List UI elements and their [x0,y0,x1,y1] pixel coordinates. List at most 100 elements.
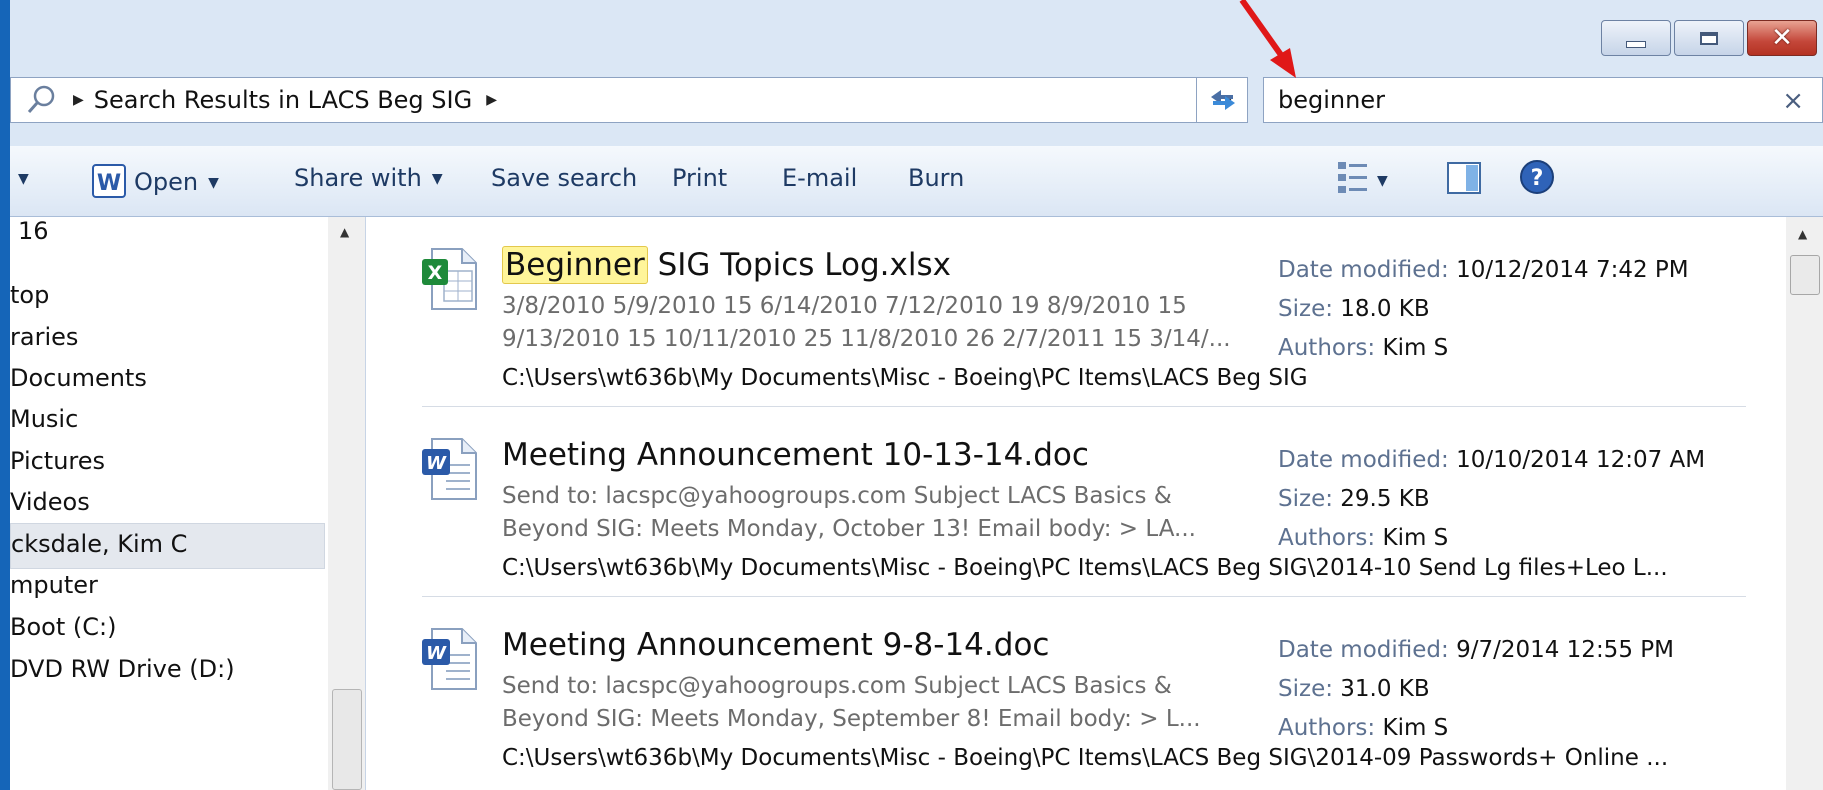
help-button[interactable]: ? [1518,158,1556,202]
svg-text:X: X [428,262,443,284]
explorer-window: ✕ ▶ Search Results in LACS Beg SIG ▶ ▼ ×… [10,0,1823,790]
scroll-up-icon[interactable]: ▲ [340,225,349,239]
results-scrollbar[interactable]: ▲ [1786,217,1823,790]
search-term-highlight: Beginner [502,246,648,284]
search-input[interactable] [1278,85,1758,115]
result-item[interactable]: X Beginner SIG Topics Log.xlsx 3/8/2010 … [366,217,1786,407]
help-icon: ? [1520,160,1554,194]
details-view-icon [1338,162,1367,193]
breadcrumb-search-results[interactable]: Search Results in LACS Beg SIG [94,86,472,114]
clear-search-icon[interactable]: × [1782,86,1804,116]
command-bar: ▼ W Open ▼ Share with ▼ Save search Print … [10,146,1823,217]
search-box[interactable]: × [1263,77,1823,123]
result-file-name[interactable]: Beginner SIG Topics Log.xlsx [502,246,951,284]
svg-text:W: W [426,643,447,664]
change-view-button[interactable] [1336,160,1370,202]
email-button[interactable]: E-mail [782,164,857,192]
scroll-up-icon[interactable]: ▲ [1798,227,1807,241]
authors-value: Kim S [1382,335,1449,361]
result-snippet-line: Beyond SIG: Meets Monday, October 13! Em… [502,516,1196,542]
nav-item-documents[interactable]: Documents [10,364,147,392]
close-button[interactable]: ✕ [1747,20,1817,56]
result-item[interactable]: W Meeting Announcement 9-8-14.doc Send t… [366,597,1786,787]
nav-item-desktop[interactable]: top [10,281,49,309]
authors-value: Kim S [1382,715,1449,741]
date-modified: Date modified: 10/12/2014 7:42 PM [1278,257,1689,283]
result-path: C:\Users\wt636b\My Documents\Misc - Boei… [502,555,1668,581]
svg-text:W: W [97,171,121,196]
nav-item-computer[interactable]: mputer [10,571,98,599]
nav-item-music[interactable]: Music [10,405,78,433]
result-item[interactable]: W Meeting Announcement 10-13-14.doc Send… [366,407,1786,597]
authors-label: Authors: [1278,715,1376,741]
result-file-name[interactable]: Meeting Announcement 9-8-14.doc [502,627,1049,663]
result-path: C:\Users\wt636b\My Documents\Misc - Boei… [502,365,1308,391]
refresh-button[interactable] [1196,78,1249,122]
open-dropdown-icon[interactable]: ▼ [208,175,219,191]
date-modified-label: Date modified: [1278,447,1449,473]
open-label: Open [134,168,199,196]
result-file-name[interactable]: Meeting Announcement 10-13-14.doc [502,437,1089,473]
share-with-label: Share with [294,164,422,192]
preview-pane-icon [1447,162,1481,194]
nav-item-libraries[interactable]: raries [10,323,78,351]
date-modified-label: Date modified: [1278,637,1449,663]
share-dropdown-icon[interactable]: ▼ [432,171,443,187]
view-dropdown-icon[interactable]: ▼ [1377,166,1388,194]
authors: Authors: Kim S [1278,335,1448,361]
size-value: 29.5 KB [1340,486,1430,512]
size-label: Size: [1278,486,1333,512]
nav-scrollbar[interactable]: ▲ [328,217,365,790]
caption-buttons: ✕ [1601,20,1817,56]
date-modified-value: 9/7/2014 12:55 PM [1456,637,1674,663]
result-path: C:\Users\wt636b\My Documents\Misc - Boei… [502,745,1669,771]
authors-label: Authors: [1278,335,1376,361]
nav-item-dvd-drive[interactable]: DVD RW Drive (D:) [10,655,235,683]
nav-item-boot-drive[interactable]: Boot (C:) [10,613,116,641]
result-snippet-line: Send to: lacspc@yahoogroups.com Subject … [502,483,1172,509]
nav-item-videos[interactable]: Videos [10,488,90,516]
nav-item[interactable]: 16 [18,217,49,245]
result-snippet-line: Beyond SIG: Meets Monday, September 8! E… [502,706,1201,732]
print-button[interactable]: Print [672,164,727,192]
nav-scroll-thumb[interactable] [332,689,362,790]
result-file-name-rest: SIG Topics Log.xlsx [647,247,951,283]
save-search-button[interactable]: Save search [491,164,637,192]
minimize-button[interactable] [1601,20,1671,56]
date-modified: Date modified: 10/10/2014 12:07 AM [1278,447,1705,473]
size-value: 18.0 KB [1340,296,1430,322]
date-modified-value: 10/12/2014 7:42 PM [1456,257,1689,283]
open-button[interactable]: W Open ▼ [92,164,219,198]
date-modified: Date modified: 9/7/2014 12:55 PM [1278,637,1674,663]
refresh-icon [1211,90,1235,110]
search-folder-icon [27,85,55,113]
authors-label: Authors: [1278,525,1376,551]
close-icon: ✕ [1771,23,1793,53]
minimize-icon [1626,40,1646,48]
maximize-button[interactable] [1674,20,1744,56]
authors: Authors: Kim S [1278,525,1448,551]
authors-value: Kim S [1382,525,1449,551]
authors: Authors: Kim S [1278,715,1448,741]
date-modified-value: 10/10/2014 12:07 AM [1456,447,1706,473]
size-value: 31.0 KB [1340,676,1430,702]
size-label: Size: [1278,676,1333,702]
address-bar[interactable]: ▶ Search Results in LACS Beg SIG ▶ ▼ [10,77,1248,123]
search-results: X Beginner SIG Topics Log.xlsx 3/8/2010 … [366,217,1786,790]
burn-button[interactable]: Burn [908,164,964,192]
word-file-icon: W [422,438,477,500]
preview-pane-button[interactable] [1446,160,1482,202]
size: Size: 31.0 KB [1278,676,1430,702]
breadcrumb-arrow-icon[interactable]: ▶ [486,92,497,108]
nav-item-pictures[interactable]: Pictures [10,447,105,475]
share-with-button[interactable]: Share with ▼ [294,164,443,192]
breadcrumb-arrow-icon[interactable]: ▶ [73,92,84,108]
nav-item-user[interactable]: cksdale, Kim C [10,523,325,569]
size-label: Size: [1278,296,1333,322]
excel-file-icon: X [422,248,477,310]
organize-dropdown-icon[interactable]: ▼ [18,164,29,192]
word-icon: W [92,164,126,198]
result-snippet-line: 9/13/2010 15 10/11/2010 25 11/8/2010 26 … [502,326,1231,352]
size: Size: 18.0 KB [1278,296,1430,322]
results-scroll-thumb[interactable] [1790,255,1820,295]
